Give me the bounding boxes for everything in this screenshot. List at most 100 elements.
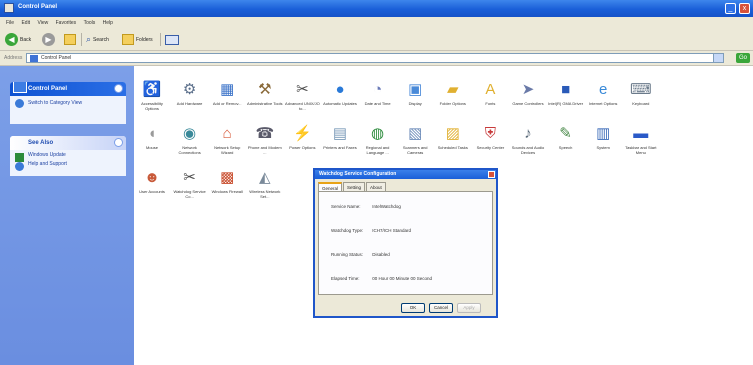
- cp-item-keyboard[interactable]: ⌨ Keyboard: [623, 80, 659, 118]
- cp-item-taskbar[interactable]: ▬ Taskbar and Start Menu: [623, 124, 659, 162]
- clock-icon: ◔: [373, 81, 383, 98]
- watchdog-type-row: Watchdog Type: ICH7/ICH Standard: [331, 228, 411, 233]
- scanner-icon: ▧: [408, 125, 423, 142]
- cp-item-sound[interactable]: ♪ Sounds and Audio Devices: [510, 124, 546, 162]
- cp-item-network-wizard[interactable]: ⌂ Network Setup Wizard: [209, 124, 245, 162]
- cp-item-system[interactable]: ▥ System: [585, 124, 621, 162]
- printer-icon: ▤: [332, 125, 348, 142]
- cp-item-accessibility[interactable]: ♿ Accessibility Options: [134, 80, 170, 118]
- up-folder-button[interactable]: [64, 32, 76, 47]
- window-title: Control Panel: [18, 4, 58, 10]
- go-button[interactable]: Go: [736, 53, 750, 63]
- field-label: Watchdog Type:: [331, 228, 364, 233]
- menu-tools[interactable]: Tools: [84, 20, 96, 26]
- cp-item-shield[interactable]: ⛨ Security Center: [472, 124, 508, 162]
- folders-button[interactable]: Folders: [122, 32, 153, 47]
- cp-item-display[interactable]: ▣ Display: [397, 80, 433, 118]
- cp-item-label: Accessibility Options: [141, 101, 163, 111]
- back-arrow-icon: ◀: [5, 33, 18, 46]
- control-panel-panel: Control Panel Switch to Category View: [10, 82, 126, 124]
- cp-item-watchdog[interactable]: ✂ Watchdog Service Co...: [172, 168, 208, 206]
- cp-item-advanced[interactable]: ✂ Advanced UNIX/JO to...: [284, 80, 320, 118]
- watchdog-icon: ✂: [183, 169, 196, 186]
- cp-item-add-remove[interactable]: ▦ Add or Remov...: [209, 80, 245, 118]
- tasks-icon: ▨: [445, 125, 460, 142]
- menu-view[interactable]: View: [37, 20, 48, 26]
- display-icon: ▣: [408, 81, 423, 98]
- folder-icon: ▰: [447, 81, 459, 98]
- close-button[interactable]: x: [739, 3, 750, 14]
- cp-item-ie[interactable]: e Internet Options: [585, 80, 621, 118]
- switch-view-icon: [15, 99, 24, 108]
- address-field[interactable]: Control Panel: [26, 53, 724, 63]
- shield-icon: ⛨: [484, 125, 497, 142]
- apply-button[interactable]: Apply: [457, 303, 481, 313]
- field-value: ICH7/ICH Standard: [372, 228, 412, 233]
- dialog-title-bar[interactable]: Watchdog Service Configuration: [315, 170, 496, 179]
- dialog-title: Watchdog Service Configuration: [319, 171, 397, 177]
- windows-update-label: Windows Update: [28, 152, 66, 158]
- menu-file[interactable]: File: [6, 20, 14, 26]
- switch-view-link[interactable]: Switch to Category View: [10, 96, 126, 110]
- panel-header[interactable]: See Also: [10, 136, 126, 150]
- cp-item-hardware[interactable]: ⚙ Add Hardware: [172, 80, 208, 118]
- cp-item-label: Printers and Faxes: [323, 145, 357, 150]
- taskbar-icon: ▬: [633, 125, 649, 142]
- forward-button[interactable]: ▶: [42, 32, 55, 47]
- help-support-link[interactable]: Help and Support: [10, 159, 126, 171]
- panel-header[interactable]: Control Panel: [10, 82, 126, 96]
- cp-item-speech[interactable]: ✎ Speech: [548, 124, 584, 162]
- cp-item-label: Speech: [558, 145, 573, 150]
- cp-item-label: User Accounts: [139, 189, 165, 194]
- cp-item-clock[interactable]: ◔ Date and Time: [360, 80, 396, 118]
- cp-item-intel[interactable]: ■ Intel(R) GMA Driver: [548, 80, 584, 118]
- cp-item-network[interactable]: ◉ Network Connections: [172, 124, 208, 162]
- cp-item-label: Advanced UNIX/JO to...: [285, 101, 320, 111]
- ok-button[interactable]: OK: [401, 303, 425, 313]
- collapse-icon[interactable]: [114, 138, 123, 147]
- cp-item-firewall[interactable]: ▩ Windows Firewall: [209, 168, 245, 206]
- back-button[interactable]: ◀ Back: [5, 32, 31, 47]
- address-bar: Address Control Panel Go: [0, 51, 753, 66]
- address-dropdown-icon[interactable]: [713, 54, 723, 62]
- menu-edit[interactable]: Edit: [21, 20, 30, 26]
- minimize-button[interactable]: _: [725, 3, 736, 14]
- cp-item-fonts[interactable]: A Fonts: [472, 80, 508, 118]
- cp-item-tasks[interactable]: ▨ Scheduled Tasks: [435, 124, 471, 162]
- cp-item-regional[interactable]: ◍ Regional and Language ...: [360, 124, 396, 162]
- cp-item-power[interactable]: ⚡ Power Options: [284, 124, 320, 162]
- dialog-close-icon[interactable]: [488, 171, 495, 178]
- menu-favorites[interactable]: Favorites: [56, 20, 77, 26]
- cp-item-printer[interactable]: ▤ Printers and Faxes: [322, 124, 358, 162]
- cp-item-label: Regional and Language ...: [365, 145, 390, 155]
- cp-item-game[interactable]: ➤ Game Controllers: [510, 80, 546, 118]
- cp-item-mouse[interactable]: ◖ Mouse: [134, 124, 170, 162]
- windows-update-link[interactable]: Windows Update: [10, 150, 126, 162]
- search-label: Search: [93, 36, 109, 43]
- cp-item-label: Internet Options: [588, 101, 618, 106]
- cp-item-label: Add or Remov...: [212, 101, 242, 106]
- cp-item-wireless[interactable]: ◭ Wireless Network Set...: [247, 168, 283, 206]
- power-icon: ⚡: [293, 125, 312, 142]
- cp-item-globe[interactable]: ● Automatic Updates: [322, 80, 358, 118]
- views-button[interactable]: [165, 32, 179, 47]
- cp-item-phone[interactable]: ☎ Phone and Modem ...: [247, 124, 283, 162]
- admin-tools-icon: ⚒: [258, 81, 272, 98]
- cp-item-label: Wireless Network Set...: [249, 189, 281, 199]
- address-value: Control Panel: [41, 55, 72, 61]
- collapse-icon[interactable]: [114, 84, 123, 93]
- field-label: Elapsed Time:: [331, 276, 360, 281]
- mouse-icon: ◖: [147, 125, 157, 142]
- firewall-icon: ▩: [220, 169, 235, 186]
- folders-label: Folders: [136, 36, 153, 43]
- panel-title: See Also: [28, 140, 54, 146]
- cancel-button[interactable]: Cancel: [429, 303, 453, 313]
- cp-item-admin-tools[interactable]: ⚒ Administrative Tools: [247, 80, 283, 118]
- cp-item-folder[interactable]: ▰ Folder Options: [435, 80, 471, 118]
- cp-item-label: Scanners and Cameras: [402, 145, 428, 155]
- cp-item-users[interactable]: ☻ User Accounts: [134, 168, 170, 206]
- cp-item-scanner[interactable]: ▧ Scanners and Cameras: [397, 124, 433, 162]
- running-status-row: Running Status: Disabled: [331, 252, 390, 257]
- search-button[interactable]: ⌕ Search: [86, 32, 109, 47]
- menu-help[interactable]: Help: [103, 20, 113, 26]
